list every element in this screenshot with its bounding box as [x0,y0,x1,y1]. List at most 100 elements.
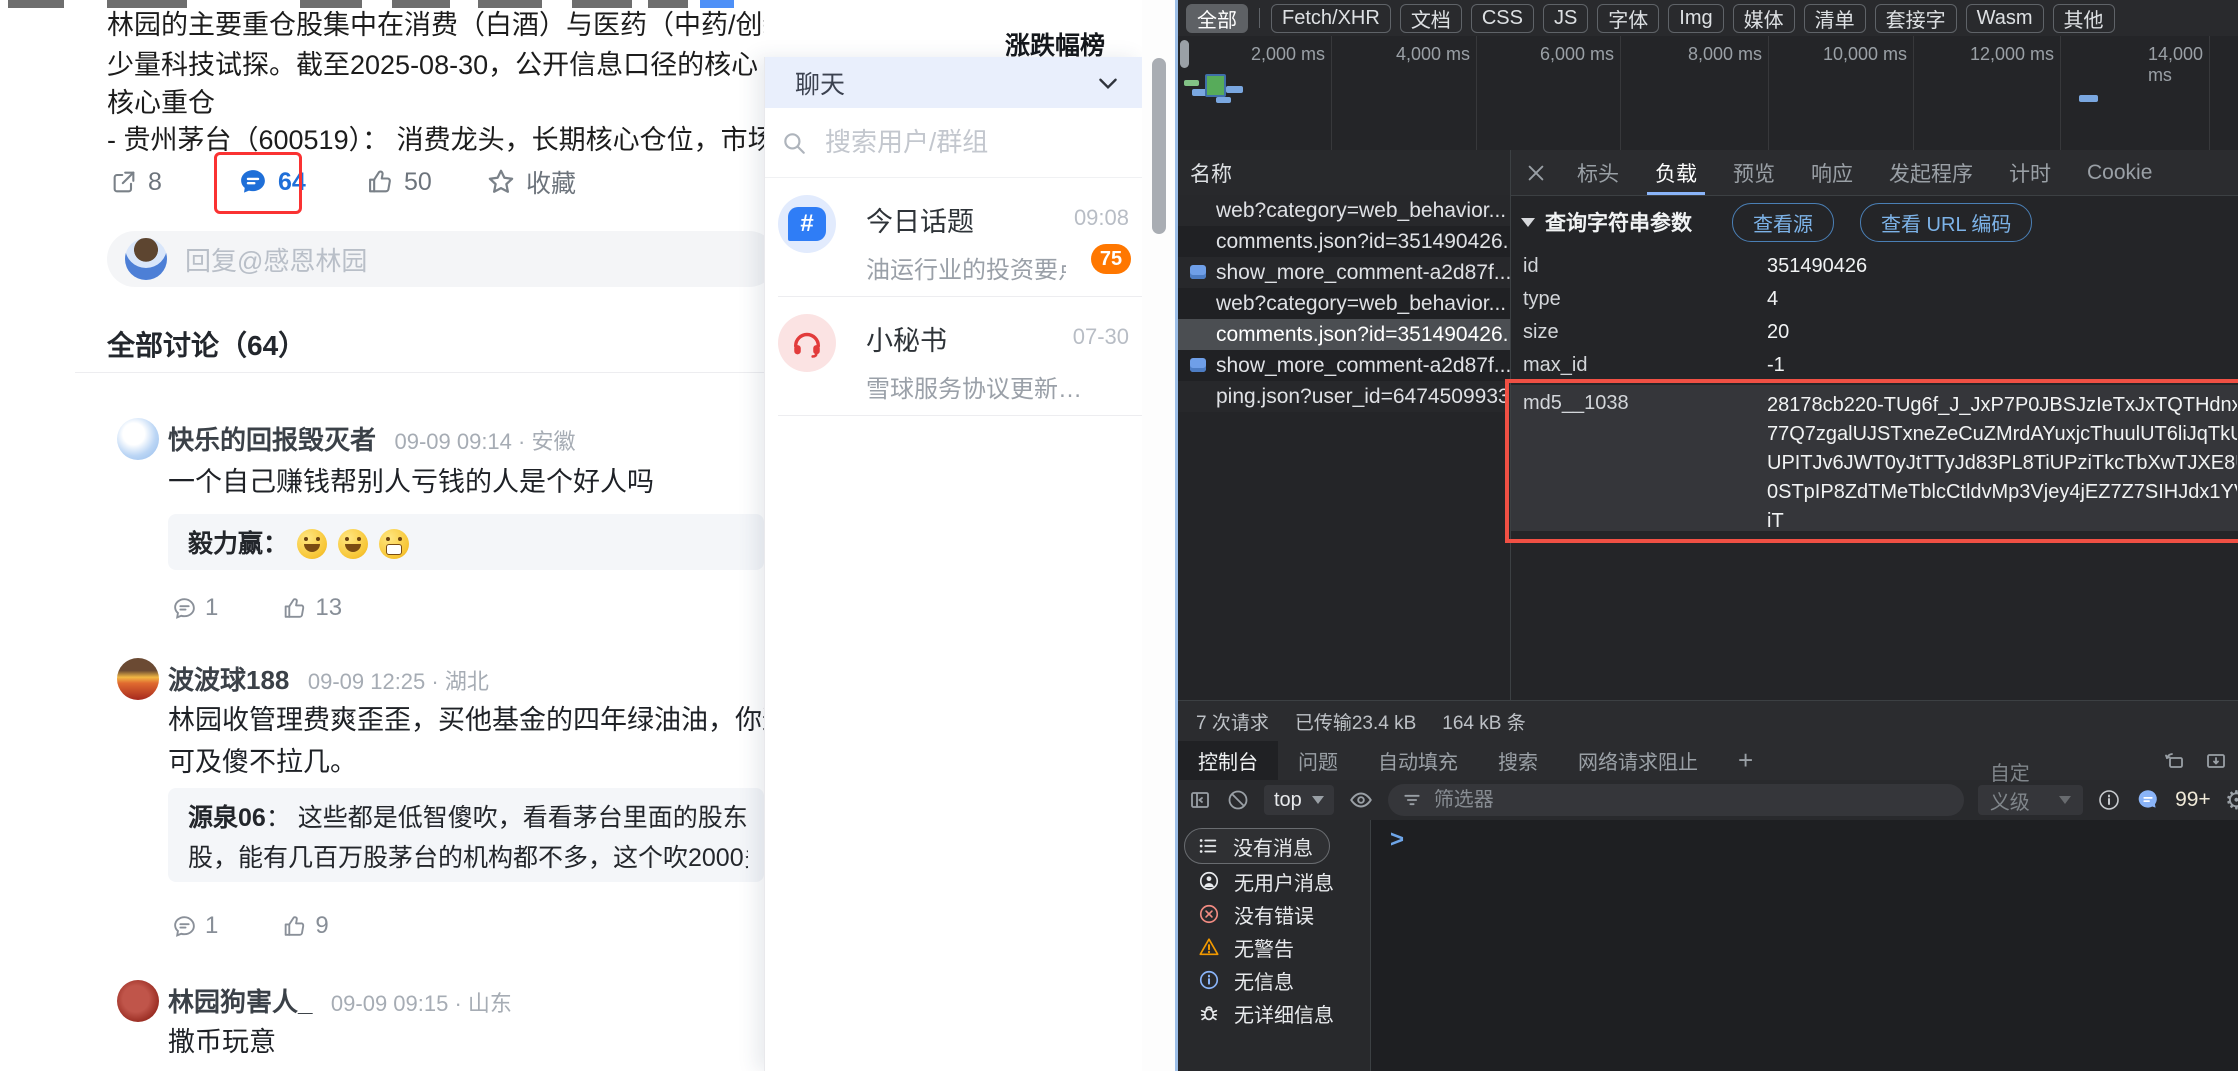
comment-meta: 09-09 09:15 · 山东 [330,991,512,1016]
settings-gear-icon[interactable]: ⚙ [2225,785,2238,815]
query-params-title: 查询字符串参数 [1545,212,1692,235]
network-timeline-overview[interactable]: 2,000 ms 4,000 ms 6,000 ms 8,000 ms 10,0… [1178,36,2238,151]
share-icon [113,171,135,193]
filter-chip-fetch-xhr[interactable]: Fetch/XHR [1271,3,1391,33]
param-value: 4 [1767,288,1779,310]
tab-response[interactable]: 响应 [1793,150,1871,195]
tab-network-blocking[interactable]: 网络请求阻止 [1558,741,1718,780]
filter-chip-img[interactable]: Img [1668,3,1724,33]
request-row-selected[interactable]: comments.json?id=351490426... [1178,319,1510,350]
filter-chip-doc[interactable]: 文档 [1399,3,1462,33]
filter-chip-socket[interactable]: 套接字 [1874,3,1957,33]
filter-chip-manifest[interactable]: 清单 [1803,3,1866,33]
tab-cookies[interactable]: Cookie [2069,150,2170,195]
script-file-icon [1190,358,1206,372]
quoted-reply[interactable]: 源泉06： 这些都是低智傻吹，看看茅台里面的股东，好的机构 股，能有几百万股茅台… [168,788,764,882]
feedback-bubble-icon[interactable] [2135,785,2161,815]
comment-reply-button[interactable]: 1 [172,594,218,622]
like-button[interactable]: 50 [366,168,482,197]
param-key: size [1523,321,1559,343]
request-row[interactable]: comments.json?id=351490426... [1178,226,1510,257]
reply-input[interactable]: 回复@感恩林园 [107,231,764,287]
console-filter-info[interactable]: 无信息 [1198,963,1294,997]
comment-body: 撒币玩意 [168,1027,276,1057]
quoted-reply[interactable]: 毅力赢： [168,514,764,570]
tab-console[interactable]: 控制台 [1178,741,1278,780]
grinning-emoji [378,529,409,559]
filter-chip-other[interactable]: 其他 [2052,3,2115,33]
collapse-triangle-icon[interactable] [1521,217,1535,227]
context-selector[interactable]: top [1264,785,1334,815]
console-filter[interactable] [1387,784,1964,816]
requests-name-header[interactable]: 名称 [1178,150,1522,196]
live-expression-eye-icon[interactable] [1348,785,1374,815]
console-sidebar-toggle-icon[interactable] [1188,785,1212,815]
tab-initiator[interactable]: 发起程序 [1871,150,1991,195]
comment-avatar[interactable] [117,418,159,460]
console-filter-all[interactable]: 没有消息 [1184,828,1330,864]
comment-like-button[interactable]: 9 [282,912,329,940]
timeline-tick: 2,000 ms [1250,44,1325,64]
comment-avatar[interactable] [117,658,159,700]
view-url-encoded-button[interactable]: 查看 URL 编码 [1860,202,2033,242]
script-file-icon [1190,265,1206,279]
comment-author[interactable]: 快乐的回报毁灭者 [168,425,376,455]
favorite-button[interactable]: 收藏 [486,164,576,200]
console-filter-input[interactable] [1431,787,1896,813]
dock-side-icon[interactable] [2154,741,2194,780]
add-drawer-tab-button[interactable]: + [1718,741,1773,780]
chat-item-topic[interactable]: # 今日话题 09:08 油运行业的投资要点 75 [765,178,1143,296]
comment-avatar[interactable] [117,980,159,1022]
comment-author[interactable]: 波波球188 [168,665,289,695]
console-filter-errors[interactable]: 没有错误 [1198,897,1314,931]
console-filter-verbose[interactable]: 无详细信息 [1198,996,1334,1030]
comment-reply-button[interactable]: 1 [172,912,218,940]
chat-search-input[interactable] [823,126,1097,159]
tab-headers[interactable]: 标头 [1559,150,1637,195]
filter-chip-all[interactable]: 全部 [1186,3,1248,33]
tab-preview[interactable]: 预览 [1715,150,1793,195]
close-details-button[interactable] [1511,150,1559,195]
log-levels-selector[interactable]: 自定义级别 [1977,763,2084,843]
filter-chip-js[interactable]: JS [1542,3,1589,33]
console-filter-user-messages[interactable]: 无用户消息 [1198,864,1334,898]
tab-issues[interactable]: 问题 [1278,741,1358,780]
page-scrollbar-thumb[interactable] [1152,58,1166,234]
request-row[interactable]: web?category=web_behavior... [1178,195,1510,226]
page-scrollbar-track[interactable] [1142,0,1175,1071]
comment-author[interactable]: 林园狗害人_ [168,987,312,1017]
clear-console-icon[interactable] [1226,785,1250,815]
tab-autofill[interactable]: 自动填充 [1358,741,1478,780]
tab-payload[interactable]: 负载 [1637,150,1715,195]
request-row[interactable]: show_more_comment-a2d87f... [1178,257,1510,288]
request-row[interactable]: show_more_comment-a2d87f... [1178,350,1510,381]
request-blob [1205,74,1226,97]
share-button[interactable]: 8 [110,168,230,197]
quote-author[interactable]: 源泉06 [188,804,266,832]
console-message-count[interactable]: 99+ [2175,788,2211,812]
chevron-down-icon[interactable] [1095,70,1121,96]
chat-header[interactable]: 聊天 [765,57,1143,108]
chat-search[interactable] [765,108,1143,178]
console-filter-warnings[interactable]: 无警告 [1198,930,1294,964]
timeline-tick: 8,000 ms [1687,44,1762,64]
tab-search[interactable]: 搜索 [1478,741,1558,780]
comment-like-button[interactable]: 13 [282,594,342,622]
gridline [1331,36,1332,150]
chat-item-secretary[interactable]: 小秘书 07-30 雪球服务协议更新… [765,297,1143,415]
quote-author[interactable]: 毅力赢 [188,530,263,558]
view-source-button[interactable]: 查看源 [1732,202,1834,242]
console-prompt-chevron[interactable]: > [1390,826,1404,854]
tab-timing[interactable]: 计时 [1991,150,2069,195]
request-row[interactable]: ping.json?user_id=6474509933 [1178,381,1510,412]
laughing-emoji [296,529,327,559]
overview-handle[interactable] [1180,40,1189,68]
filter-chip-wasm[interactable]: Wasm [1965,3,2044,33]
filter-chip-media[interactable]: 媒体 [1732,3,1795,33]
request-blob [1184,80,1199,86]
expand-drawer-icon[interactable] [2194,741,2238,780]
request-row[interactable]: web?category=web_behavior... [1178,288,1510,319]
info-icon[interactable] [2097,785,2121,815]
filter-chip-css[interactable]: CSS [1470,3,1534,33]
filter-chip-font[interactable]: 字体 [1597,3,1660,33]
